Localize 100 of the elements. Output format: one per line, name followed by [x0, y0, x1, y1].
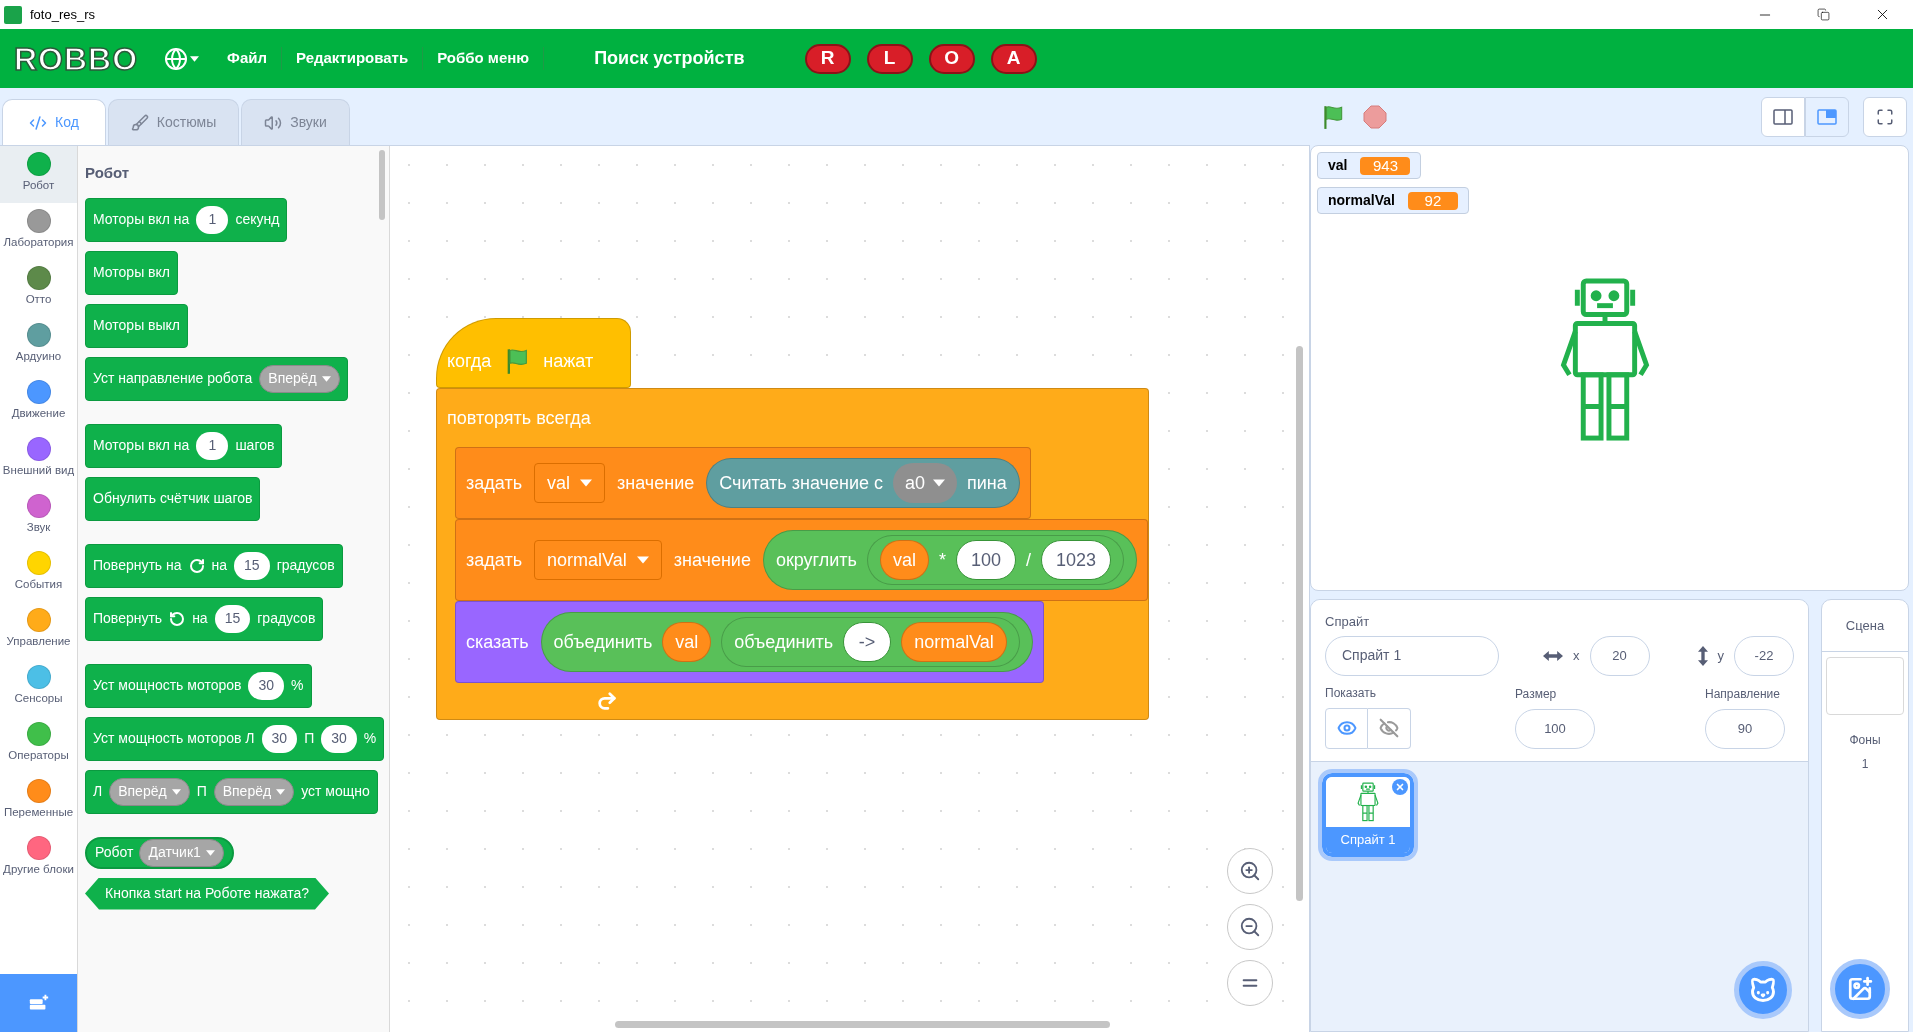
category-label: Переменные — [3, 805, 74, 819]
caret-icon — [190, 55, 200, 62]
y-label: y — [1717, 646, 1724, 665]
reporter-block[interactable]: val * 100 / 1023 — [866, 535, 1125, 585]
add-extension-button[interactable] — [0, 974, 77, 1032]
block-text: нажат — [543, 349, 594, 373]
block-text: задать — [466, 548, 522, 572]
window-title: foto_res_rs — [30, 5, 97, 24]
value-input[interactable]: 15 — [234, 551, 270, 580]
block-text: пина — [967, 471, 1007, 495]
caret-icon — [276, 788, 286, 795]
value-input[interactable]: 100 — [956, 540, 1017, 580]
block-text: объединить — [734, 630, 834, 654]
language-icon[interactable] — [164, 46, 189, 71]
value-input[interactable]: -> — [843, 622, 892, 662]
sprite-label: Спрайт — [1325, 613, 1371, 631]
size-label: Размер — [1515, 685, 1558, 703]
caret-icon — [205, 849, 215, 856]
code-block[interactable]: Уст мощность моторов Л 30 П 30 % — [85, 716, 385, 761]
block-text: когда — [447, 349, 492, 373]
block-text: секунд — [235, 210, 280, 229]
small-stage-button[interactable] — [1761, 96, 1805, 137]
image-plus-icon — [1847, 976, 1873, 1002]
value-input[interactable]: 15 — [214, 604, 251, 633]
block-text: шагов — [235, 436, 275, 455]
zoom-out-button[interactable] — [1227, 904, 1273, 950]
category-label: Лаборатория — [3, 235, 74, 249]
dropdown-text: normalVal — [547, 548, 627, 572]
variable-name: val — [1328, 156, 1348, 175]
code-block[interactable]: Повернуть на 15 градусов — [85, 596, 324, 641]
code-block[interactable]: сказать объединить val объединить -> normalVal — [455, 601, 1044, 683]
block-text: val — [892, 548, 916, 572]
code-block[interactable]: Моторы вкл на 1 шагов — [85, 423, 283, 468]
category-item[interactable]: Робот — [0, 146, 77, 203]
category-label: Другие блоки — [3, 862, 74, 876]
block-text: уст мощно — [301, 782, 370, 801]
backdrop-thumbnail[interactable] — [1826, 657, 1904, 715]
code-block[interactable]: Моторы вкл на 1 секунд — [85, 197, 288, 242]
code-block[interactable]: задать normalVal значение округлить val * 100 / 1023 — [455, 519, 1149, 601]
rotate-clockwise-icon — [188, 557, 205, 574]
block-text: Моторы вкл на — [93, 210, 190, 229]
category-label: Сенсоры — [14, 691, 63, 705]
zoom-reset-button[interactable] — [1227, 960, 1273, 1006]
block-text: Уст мощность моторов — [93, 676, 242, 695]
category-label: Внешний вид — [2, 463, 75, 477]
scrollbar[interactable] — [379, 150, 385, 220]
value-input[interactable]: 30 — [248, 671, 285, 700]
code-block[interactable]: Уст мощность моторов 30 % — [85, 663, 312, 708]
category-label: Робот — [22, 178, 55, 192]
loop-block[interactable]: повторять всегда задать val значение Считать значение с a0 пина задать normalVal значение округлить val * 100 / 1023 сказать объединить val объединить -> normalVal — [436, 388, 1150, 720]
scrollbar[interactable] — [1296, 346, 1303, 901]
value-input[interactable]: 30 — [321, 724, 357, 753]
block-text: на — [211, 556, 228, 575]
value-input[interactable]: 1 — [196, 431, 229, 460]
category-label: Ардуино — [15, 349, 62, 363]
caret-icon — [321, 375, 331, 382]
value-input[interactable]: 1023 — [1041, 540, 1112, 580]
block-text: градусов — [276, 556, 335, 575]
x-label: x — [1573, 646, 1580, 665]
add-backdrop-button[interactable] — [1830, 959, 1890, 1019]
robot-button[interactable]: O — [928, 43, 975, 74]
block-text: округлить — [775, 548, 857, 572]
eye-off-icon — [1379, 718, 1399, 738]
caret-icon — [171, 788, 181, 795]
caret-icon — [636, 556, 649, 564]
hide-button[interactable] — [1368, 707, 1411, 749]
block-text: Считать значение с — [719, 471, 883, 495]
add-sprite-button[interactable] — [1734, 961, 1792, 1019]
stop-button[interactable] — [1362, 103, 1388, 130]
block-text: val — [675, 630, 699, 654]
fullscreen-button[interactable] — [1863, 96, 1907, 137]
robot-button[interactable]: L — [866, 43, 913, 74]
eye-icon — [1336, 718, 1357, 738]
reporter-block[interactable]: объединить val объединить -> normalVal — [540, 612, 1033, 672]
reporter-block[interactable]: округлить val * 100 / 1023 — [762, 530, 1138, 590]
dropdown-text: Вперёд — [118, 782, 167, 801]
close-icon — [1395, 781, 1405, 792]
scrollbar[interactable] — [615, 1021, 1110, 1028]
dropdown-text: Датчик1 — [148, 843, 201, 862]
app-icon — [4, 5, 22, 24]
dropdown-text: val — [547, 471, 571, 495]
value-input[interactable]: 30 — [261, 724, 298, 753]
zoom-in-button[interactable] — [1227, 848, 1273, 894]
robot-button[interactable]: R — [804, 43, 851, 74]
code-block[interactable]: Повернуть на на 15 градусов — [85, 543, 343, 588]
backdrops-label: Фоны — [1849, 732, 1881, 749]
normal-stage-button[interactable] — [1805, 96, 1849, 137]
robot-button[interactable]: A — [990, 43, 1037, 74]
block-text: Уст направление робота — [93, 369, 253, 388]
show-button[interactable] — [1325, 707, 1368, 749]
stop-icon — [1363, 104, 1387, 129]
restore-icon[interactable] — [1817, 8, 1830, 21]
reporter-block[interactable]: объединить -> normalVal — [721, 617, 1020, 667]
block-text: градусов — [257, 609, 316, 628]
normal-stage-icon — [1817, 108, 1837, 125]
block-text: значение — [673, 548, 751, 572]
code-icon — [29, 113, 47, 132]
sprite-tile-name: Спрайт 1 — [1326, 826, 1410, 853]
vertical-arrows-icon — [1697, 645, 1708, 666]
value-input[interactable]: 1 — [196, 205, 229, 234]
